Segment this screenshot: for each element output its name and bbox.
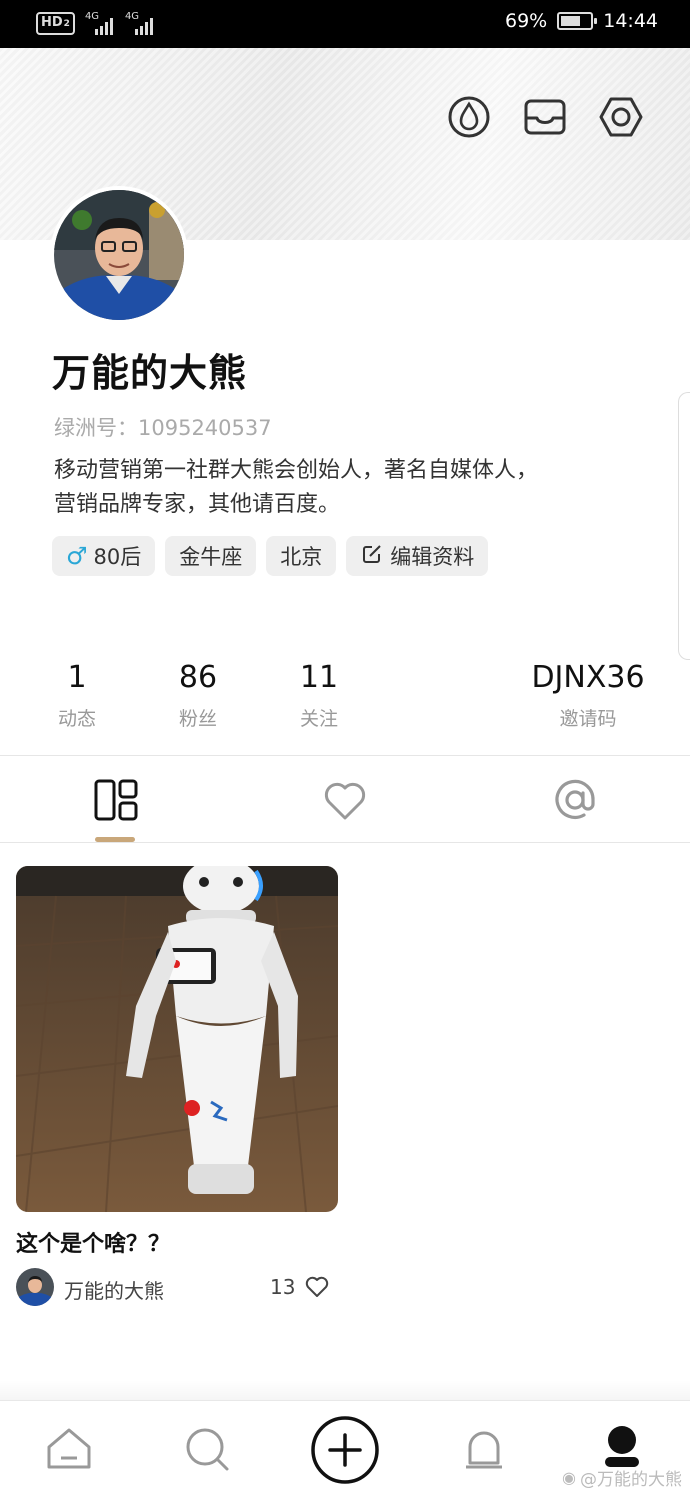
- signal-icon: 4G: [125, 11, 155, 35]
- male-icon: ♂: [66, 542, 88, 570]
- stat-posts[interactable]: 1 动态: [46, 660, 108, 731]
- hd-indicator: HD2: [36, 12, 75, 35]
- nav-home-icon[interactable]: [43, 1423, 95, 1475]
- clock: 14:44: [603, 10, 658, 32]
- post-image[interactable]: [16, 866, 338, 1212]
- nav-add-icon[interactable]: [310, 1415, 380, 1485]
- tag-age: ♂ 80后: [52, 536, 156, 576]
- post-meta: 万能的大熊 13: [16, 1268, 334, 1308]
- status-bar: HD2 4G 4G 69% 14:44: [0, 0, 690, 48]
- nav-search-icon[interactable]: [181, 1423, 233, 1475]
- edit-icon: [360, 542, 384, 571]
- divider: [0, 755, 690, 756]
- tag-zodiac: 金牛座: [165, 536, 257, 576]
- drop-icon[interactable]: [446, 94, 492, 140]
- side-drawer-handle[interactable]: [678, 392, 690, 660]
- profile-bio: 移动营销第一社群大熊会创始人，著名自媒体人， 营销品牌专家，其他请百度。: [54, 458, 539, 517]
- nav-bell-icon[interactable]: [458, 1423, 510, 1475]
- tag-city: 北京: [266, 536, 337, 576]
- weibo-logo-icon: ◉: [562, 1468, 576, 1487]
- oasis-id[interactable]: 绿洲号：1095240537: [54, 412, 272, 442]
- divider: [0, 842, 690, 843]
- battery-percent: 69%: [505, 10, 548, 32]
- post-title[interactable]: 这个是个啥？？: [16, 1226, 170, 1258]
- inbox-icon[interactable]: [522, 94, 568, 140]
- post-author[interactable]: 万能的大熊: [64, 1275, 164, 1304]
- profile-tags: ♂ 80后 金牛座 北京 编辑资料: [52, 536, 489, 576]
- stat-following[interactable]: 11 关注: [288, 660, 350, 731]
- nav-shadow: [0, 1380, 690, 1400]
- stat-invite-code[interactable]: DJNX36 邀请码: [518, 660, 658, 731]
- tab-mentions[interactable]: [551, 776, 599, 824]
- profile-name: 万能的大熊: [52, 351, 248, 395]
- settings-icon[interactable]: [598, 94, 644, 140]
- battery-icon: [557, 12, 598, 30]
- tab-posts[interactable]: [92, 776, 140, 824]
- stat-followers[interactable]: 86 粉丝: [167, 660, 229, 731]
- author-avatar[interactable]: [16, 1268, 54, 1306]
- edit-profile-button[interactable]: 编辑资料: [346, 536, 489, 576]
- like-heart-icon[interactable]: [304, 1274, 330, 1300]
- tab-likes[interactable]: [321, 776, 369, 824]
- post-like-count: 13: [270, 1275, 296, 1299]
- avatar[interactable]: [50, 186, 188, 324]
- weibo-watermark: ◉ @万能的大熊: [562, 1468, 682, 1490]
- signal-icon: 4G: [85, 11, 115, 35]
